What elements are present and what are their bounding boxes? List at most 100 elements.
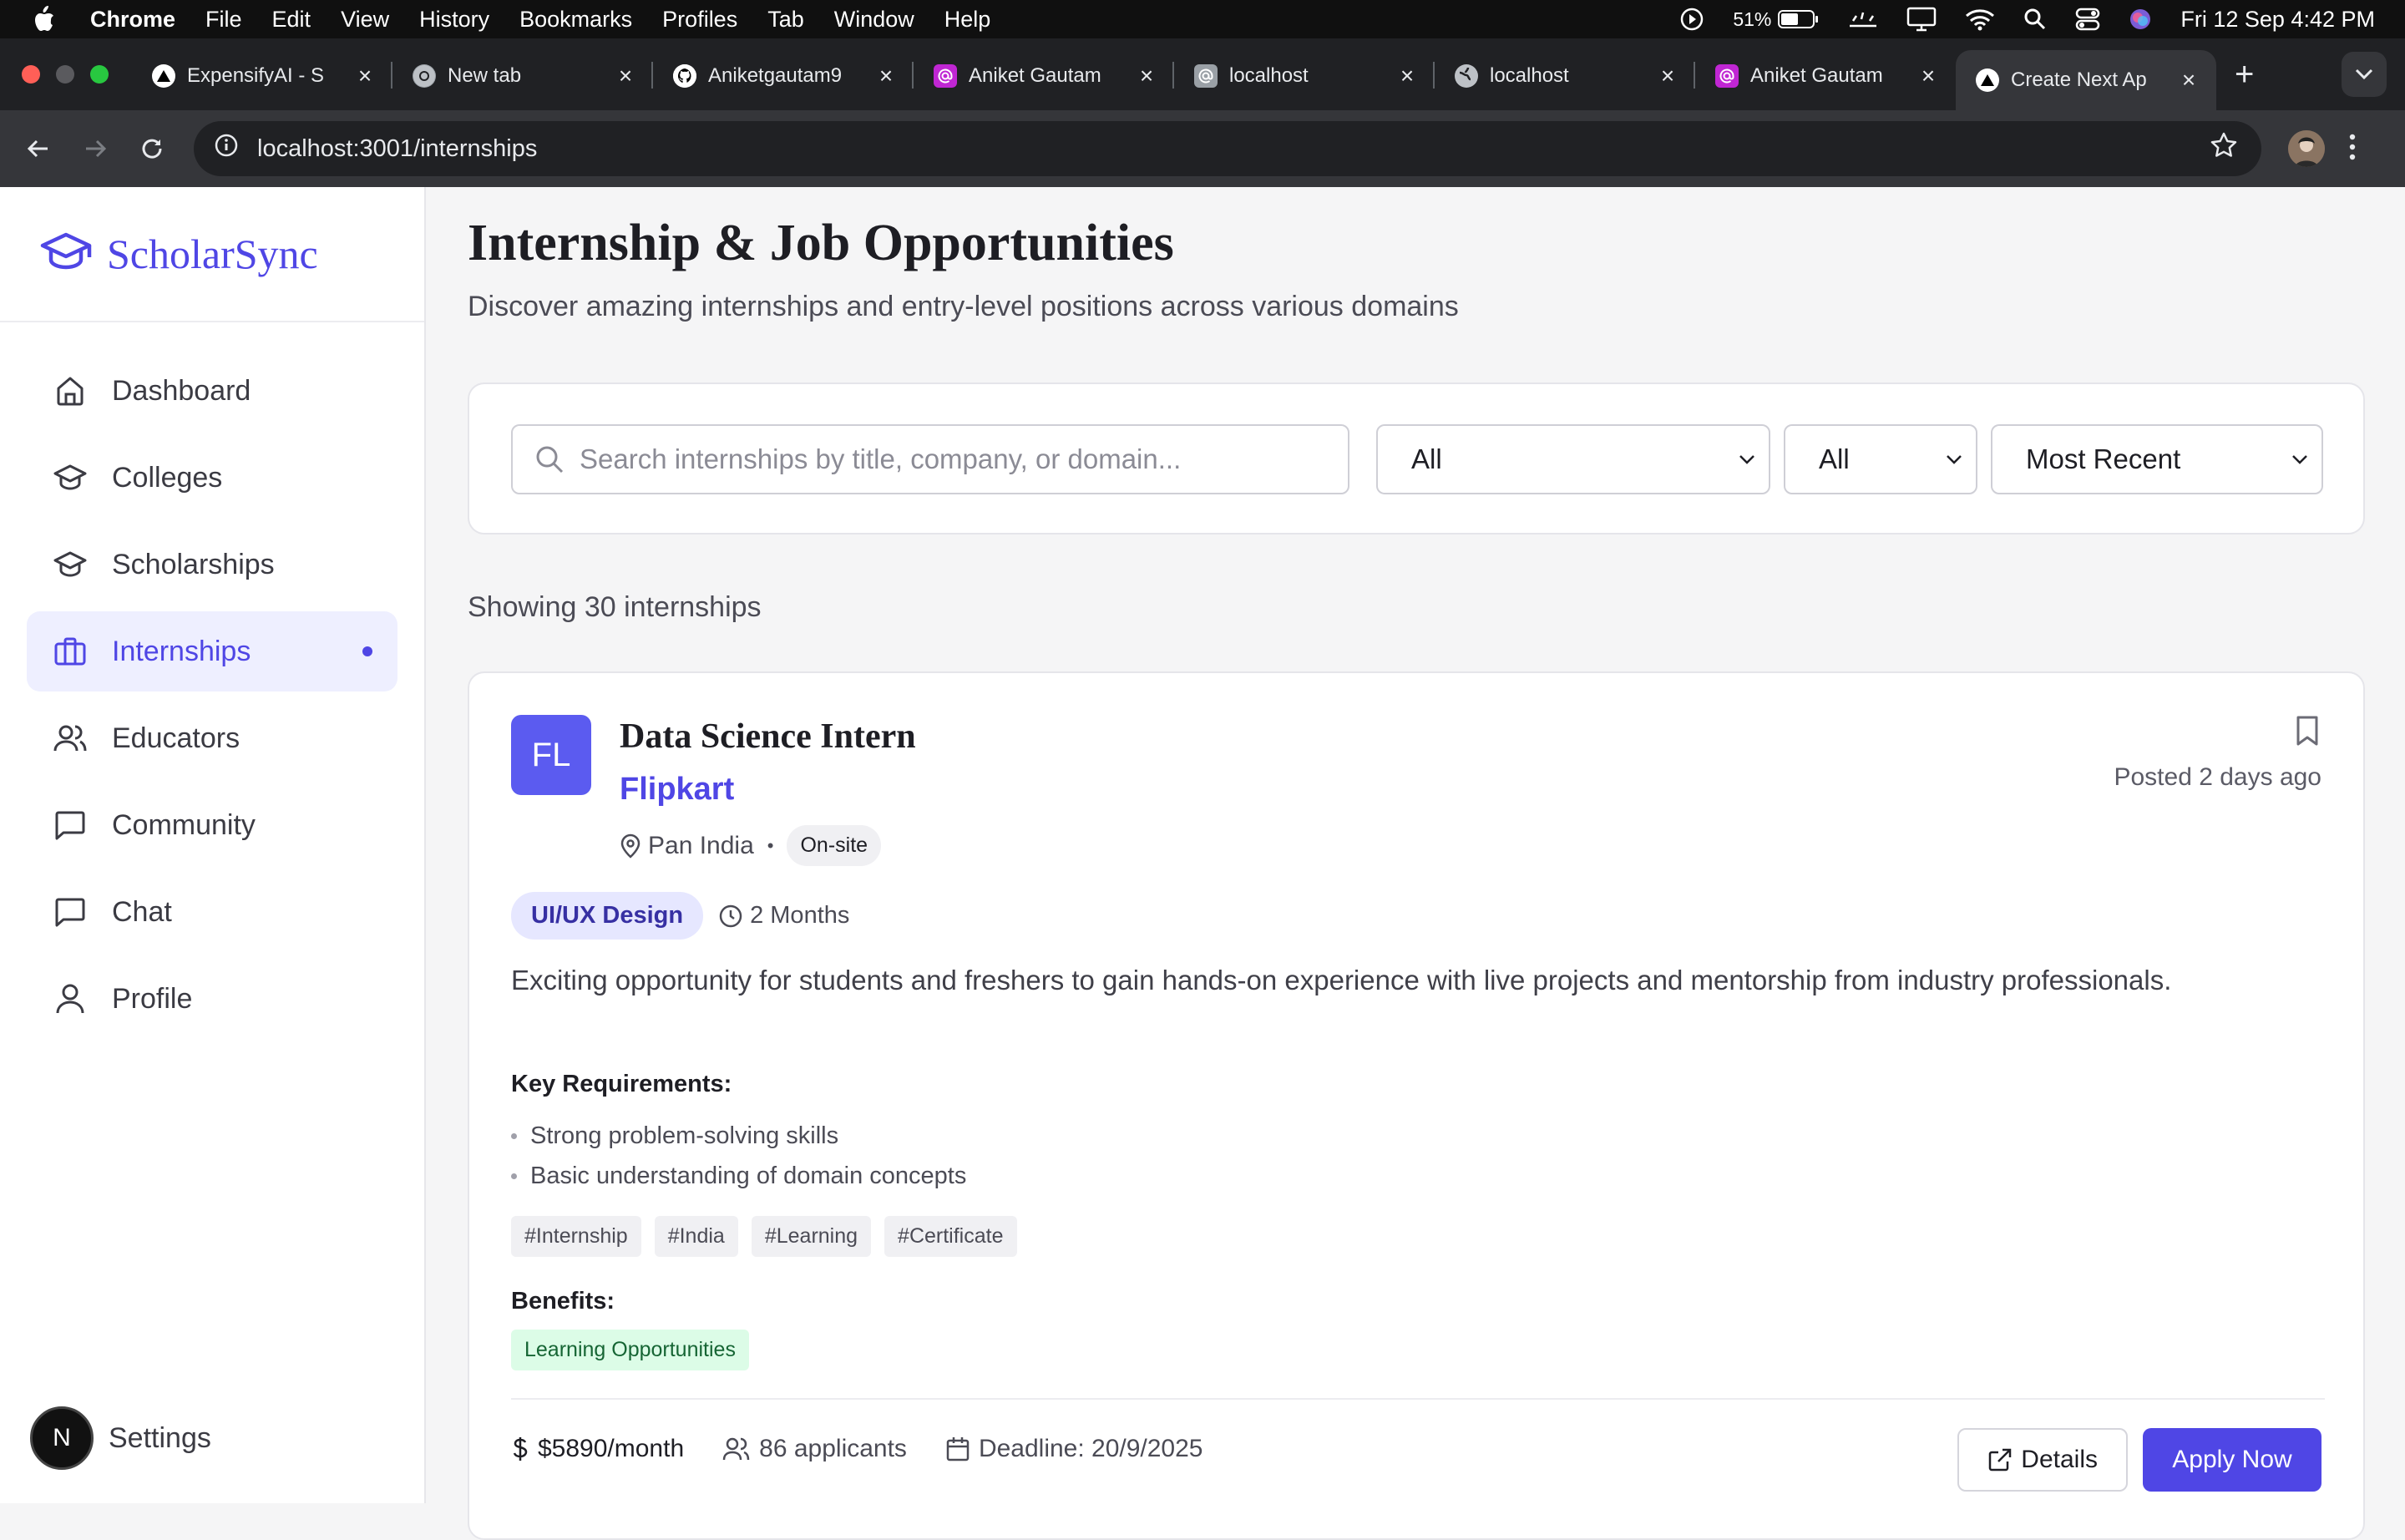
active-indicator-dot [362, 646, 372, 656]
meta-row: UI/UX Design 2 Months [511, 892, 849, 940]
browser-tab[interactable]: localhost × [1174, 50, 1435, 102]
reload-icon[interactable] [134, 130, 170, 167]
sidebar-item-educators[interactable]: Educators [27, 698, 397, 778]
job-title[interactable]: Data Science Intern [620, 717, 916, 757]
activity-icon[interactable] [1848, 9, 1878, 29]
menu-help[interactable]: Help [944, 7, 991, 33]
deadline-text: Deadline: 20/9/2025 [978, 1435, 1203, 1462]
menu-view[interactable]: View [341, 7, 389, 33]
sidebar-item-chat[interactable]: Chat [27, 872, 397, 952]
close-tab-icon[interactable]: × [1396, 63, 1418, 89]
apple-icon[interactable] [32, 6, 65, 33]
sidebar-item-settings[interactable]: N Settings [30, 1406, 211, 1470]
list-item: Strong problem-solving skills [511, 1116, 966, 1156]
sort-select[interactable]: Most Recent [1991, 424, 2323, 494]
browser-tab-active[interactable]: Create Next Ap × [1956, 50, 2216, 110]
sidebar-item-scholarships[interactable]: Scholarships [27, 524, 397, 605]
forward-arrow-icon[interactable] [77, 130, 114, 167]
users-icon [722, 1437, 750, 1461]
menu-history[interactable]: History [419, 7, 489, 33]
browser-tab[interactable]: Aniket Gautam × [1695, 50, 1956, 102]
minimize-window-button[interactable] [56, 65, 74, 84]
type-select[interactable]: All [1784, 424, 1977, 494]
tab-title: New tab [448, 64, 522, 87]
duration-text: 2 Months [750, 902, 850, 929]
dollar-icon [513, 1437, 528, 1461]
tab-title: localhost [1490, 64, 1569, 87]
briefcase-icon [53, 636, 92, 667]
tab-title: ExpensifyAI - S [187, 64, 325, 87]
display-icon[interactable] [1906, 7, 1937, 32]
bookmark-star-icon[interactable] [2210, 131, 2238, 166]
browser-tab[interactable]: localhost × [1435, 50, 1695, 102]
job-description: Exciting opportunity for students and fr… [511, 965, 2172, 995]
sidebar-item-dashboard[interactable]: Dashboard [27, 351, 397, 431]
brand-logo[interactable]: ScholarSync [0, 187, 424, 322]
close-tab-icon[interactable]: × [2178, 67, 2200, 94]
browser-tab[interactable]: Aniket Gautam × [914, 50, 1174, 102]
wifi-icon[interactable] [1965, 8, 1995, 31]
results-count: Showing 30 internships [468, 591, 762, 623]
card-footer: $5890/month 86 applicants Deadline: 20/9… [511, 1435, 1242, 1463]
chrome-menu-icon[interactable] [2348, 133, 2357, 165]
play-icon[interactable] [1679, 7, 1704, 32]
close-tab-icon[interactable]: × [1917, 63, 1939, 89]
nextjs-badge[interactable]: N [30, 1406, 94, 1470]
sidebar-item-colleges[interactable]: Colleges [27, 438, 397, 518]
sidebar-item-internships[interactable]: Internships [27, 611, 397, 691]
spotlight-search-icon[interactable] [2023, 8, 2047, 31]
type-select-value: All [1819, 443, 1850, 474]
close-tab-icon[interactable]: × [1657, 63, 1678, 89]
sidebar-item-label: Dashboard [112, 374, 251, 407]
apply-now-button[interactable]: Apply Now [2143, 1428, 2321, 1492]
control-center-icon[interactable] [2075, 8, 2100, 31]
menu-profiles[interactable]: Profiles [662, 7, 737, 33]
address-bar[interactable]: localhost:3001/internships [194, 121, 2261, 176]
menu-datetime[interactable]: Fri 12 Sep 4:42 PM [2180, 7, 2375, 33]
close-tab-icon[interactable]: × [1136, 63, 1157, 89]
menu-tab[interactable]: Tab [767, 7, 804, 33]
menu-app-name[interactable]: Chrome [90, 7, 175, 33]
filter-panel: All All Most Recent [468, 382, 2365, 534]
siri-icon[interactable] [2129, 8, 2152, 31]
benefit-badge: Learning Opportunities [511, 1330, 749, 1370]
tab-search-chevron-icon[interactable] [2342, 52, 2387, 97]
graduation-cap-icon [40, 231, 92, 277]
bookmark-icon[interactable] [2293, 715, 2321, 751]
calendar-icon [946, 1437, 970, 1461]
menu-bookmarks[interactable]: Bookmarks [519, 7, 632, 33]
tag-list: #Internship #India #Learning #Certificat… [511, 1216, 1017, 1257]
domain-badge: UI/UX Design [511, 892, 704, 940]
brand-name: ScholarSync [107, 230, 318, 277]
close-tab-icon[interactable]: × [354, 63, 376, 89]
url-text[interactable]: localhost:3001/internships [257, 135, 537, 163]
sidebar-item-community[interactable]: Community [27, 785, 397, 865]
separator-dot: • [767, 834, 774, 856]
close-tab-icon[interactable]: × [615, 63, 636, 89]
site-info-icon[interactable] [214, 133, 239, 165]
menu-file[interactable]: File [205, 7, 242, 33]
browser-tab[interactable]: Aniketgautam9 × [653, 50, 914, 102]
search-input[interactable] [580, 443, 1331, 475]
window-controls [22, 65, 109, 84]
battery-status[interactable]: 51% [1733, 8, 1820, 31]
company-name[interactable]: Flipkart [620, 772, 734, 808]
globe-icon [1455, 64, 1478, 88]
sidebar-item-profile[interactable]: Profile [27, 959, 397, 1039]
close-window-button[interactable] [22, 65, 40, 84]
menu-edit[interactable]: Edit [272, 7, 311, 33]
menu-window[interactable]: Window [834, 7, 914, 33]
details-button[interactable]: Details [1957, 1428, 2128, 1492]
work-mode-badge: On-site [787, 825, 882, 866]
browser-tab-strip: ExpensifyAI - S × New tab × Aniketgautam… [0, 38, 2405, 110]
applicants-text: 86 applicants [759, 1435, 907, 1462]
search-box[interactable] [511, 424, 1349, 494]
zoom-window-button[interactable] [90, 65, 109, 84]
back-arrow-icon[interactable] [20, 130, 57, 167]
browser-tab[interactable]: New tab × [392, 50, 653, 102]
browser-tab[interactable]: ExpensifyAI - S × [132, 50, 392, 102]
new-tab-plus-icon[interactable]: + [2235, 56, 2254, 94]
profile-avatar[interactable] [2288, 130, 2325, 167]
close-tab-icon[interactable]: × [875, 63, 897, 89]
domain-select[interactable]: All [1376, 424, 1770, 494]
